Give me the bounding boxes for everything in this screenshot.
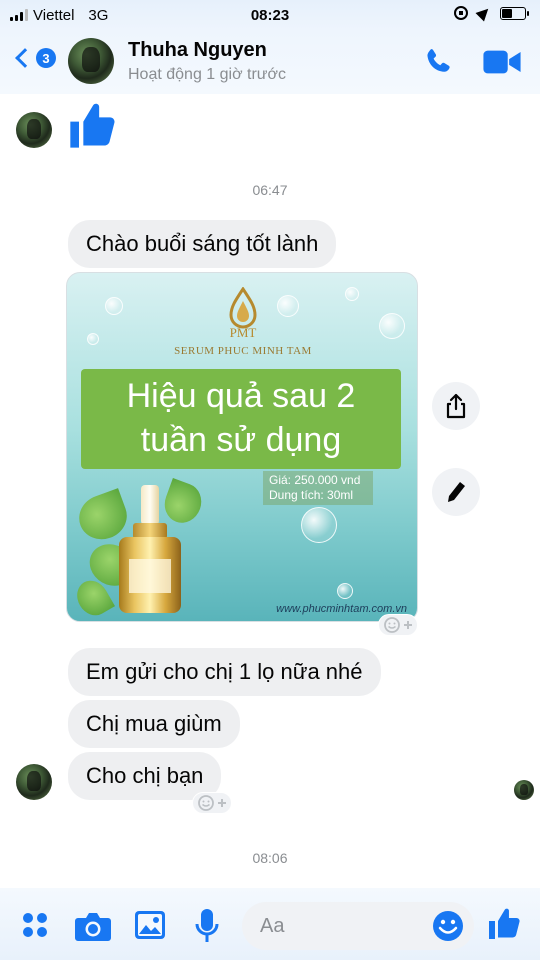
add-reaction-button[interactable] bbox=[378, 614, 418, 636]
message-composer bbox=[0, 888, 540, 960]
share-icon bbox=[446, 393, 466, 419]
headline-line-2: tuần sử dụng bbox=[140, 421, 342, 459]
ginkgo-leaf bbox=[159, 478, 207, 528]
thumbs-up-icon[interactable] bbox=[486, 906, 522, 942]
back-button[interactable]: 3 bbox=[12, 48, 56, 68]
status-icons bbox=[454, 4, 529, 22]
price-info: Giá: 250.000 vnd Dung tích: 30ml bbox=[263, 471, 373, 505]
message-input-container[interactable] bbox=[242, 902, 474, 950]
sender-avatar[interactable] bbox=[16, 112, 52, 148]
serum-bottle-label bbox=[129, 559, 171, 593]
edit-button[interactable] bbox=[432, 468, 480, 516]
conversation-header: 3 Thuha Nguyen Hoạt động 1 giờ trước bbox=[0, 30, 540, 94]
logo-text: PMT bbox=[230, 325, 257, 339]
back-chevron-icon bbox=[15, 48, 35, 68]
message-bubble[interactable]: Chào buổi sáng tốt lành bbox=[68, 220, 337, 268]
add-reaction-button[interactable] bbox=[192, 792, 232, 814]
battery-icon bbox=[500, 6, 529, 20]
contact-activity-status: Hoạt động 1 giờ trước bbox=[128, 66, 286, 83]
video-camera-icon[interactable] bbox=[482, 47, 522, 77]
messenger-screen: Viettel 3G 08:23 3 Thuha Nguyen Hoạt độn… bbox=[0, 0, 540, 960]
phone-icon[interactable] bbox=[420, 46, 456, 78]
timestamp: 06:47 bbox=[252, 182, 288, 198]
apps-grid-icon[interactable] bbox=[20, 910, 50, 940]
camera-icon[interactable] bbox=[74, 910, 112, 942]
add-reaction-icon bbox=[384, 617, 412, 633]
contact-avatar[interactable] bbox=[68, 38, 114, 84]
thumbs-up-icon bbox=[70, 103, 115, 148]
add-reaction-icon bbox=[198, 795, 226, 811]
headline-line-1: Hiệu quả sau 2 bbox=[126, 377, 356, 415]
water-bubble bbox=[301, 507, 337, 543]
read-receipt-avatar bbox=[514, 780, 534, 800]
sender-avatar[interactable] bbox=[16, 764, 52, 800]
brand-name: SERUM PHUC MINH TAM bbox=[174, 345, 312, 357]
serum-bottle-dropper bbox=[141, 485, 159, 525]
brand-logo: PMT bbox=[229, 287, 257, 339]
timestamp: 08:06 bbox=[252, 850, 288, 866]
unread-count-badge: 3 bbox=[36, 48, 56, 68]
water-bubble bbox=[337, 583, 353, 599]
orientation-lock-icon bbox=[454, 6, 468, 20]
status-bar: Viettel 3G 08:23 bbox=[0, 0, 540, 30]
product-image-message[interactable]: PMT SERUM PHUC MINH TAM Hiệu quả sau 2 t… bbox=[66, 272, 418, 622]
share-button[interactable] bbox=[432, 382, 480, 430]
location-icon bbox=[475, 4, 493, 22]
emoji-icon[interactable] bbox=[432, 910, 464, 942]
volume-text: Dung tích: 30ml bbox=[269, 488, 354, 502]
message-bubble[interactable]: Chị mua giùm bbox=[68, 700, 240, 748]
message-bubble[interactable]: Em gửi cho chị 1 lọ nữa nhé bbox=[68, 648, 381, 696]
signal-strength-icon bbox=[10, 9, 28, 21]
headline-banner: Hiệu quả sau 2 tuần sử dụng bbox=[81, 369, 401, 469]
image-icon[interactable] bbox=[134, 910, 166, 940]
price-text: Giá: 250.000 vnd bbox=[269, 473, 361, 487]
water-bubble bbox=[277, 295, 299, 317]
contact-name[interactable]: Thuha Nguyen bbox=[128, 39, 267, 62]
water-bubble bbox=[379, 313, 405, 339]
microphone-icon[interactable] bbox=[194, 908, 220, 944]
message-input[interactable] bbox=[260, 902, 420, 950]
edit-pencil-icon bbox=[448, 482, 465, 502]
network-type: 3G bbox=[88, 6, 109, 24]
water-bubble bbox=[105, 297, 123, 315]
carrier-name: Viettel bbox=[33, 6, 75, 24]
water-bubble bbox=[345, 287, 359, 301]
water-bubble bbox=[87, 333, 99, 345]
